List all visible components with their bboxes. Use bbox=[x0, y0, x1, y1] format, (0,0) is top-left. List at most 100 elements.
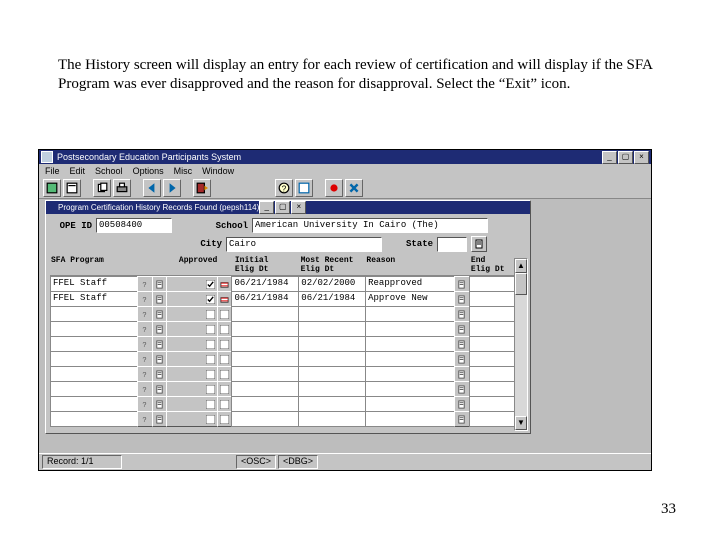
toolbar-copy-icon[interactable] bbox=[93, 179, 111, 197]
cell-reason[interactable] bbox=[365, 366, 455, 382]
inner-maximize-button[interactable]: ▢ bbox=[275, 201, 290, 214]
menu-edit[interactable]: Edit bbox=[70, 166, 86, 176]
cell-reason[interactable] bbox=[365, 321, 455, 337]
cell-sfa[interactable] bbox=[50, 306, 138, 322]
toolbar-button-9[interactable] bbox=[295, 179, 313, 197]
row-reason-lookup-icon[interactable] bbox=[454, 351, 469, 367]
row-list-icon[interactable] bbox=[152, 276, 167, 292]
toolbar-help-icon[interactable]: ? bbox=[275, 179, 293, 197]
row-list-icon[interactable] bbox=[152, 366, 167, 382]
cell-most-recent[interactable] bbox=[298, 306, 366, 322]
cell-sfa[interactable] bbox=[50, 336, 138, 352]
cell-reason[interactable]: Approve New bbox=[365, 291, 455, 307]
row-list-icon[interactable] bbox=[152, 351, 167, 367]
row-help-icon[interactable]: ? bbox=[137, 291, 152, 307]
school-field[interactable]: American University In Cairo (The) bbox=[252, 218, 488, 233]
cell-reason[interactable] bbox=[365, 336, 455, 352]
close-button[interactable]: × bbox=[634, 151, 649, 164]
cell-initial[interactable] bbox=[231, 366, 299, 382]
cell-reason[interactable] bbox=[365, 351, 455, 367]
row-flag-icon[interactable] bbox=[217, 321, 232, 337]
toolbar-exit-icon[interactable] bbox=[193, 179, 211, 197]
row-reason-lookup-icon[interactable] bbox=[454, 291, 469, 307]
row-help-icon[interactable]: ? bbox=[137, 336, 152, 352]
vertical-scrollbar[interactable]: ▲ ▼ bbox=[514, 258, 528, 431]
row-help-icon[interactable]: ? bbox=[137, 351, 152, 367]
row-flag-icon[interactable] bbox=[217, 351, 232, 367]
menu-misc[interactable]: Misc bbox=[174, 166, 193, 176]
cell-initial[interactable] bbox=[231, 396, 299, 412]
cell-initial[interactable]: 06/21/1984 bbox=[231, 276, 299, 292]
row-flag-icon[interactable] bbox=[217, 291, 232, 307]
row-reason-lookup-icon[interactable] bbox=[454, 306, 469, 322]
cell-reason[interactable] bbox=[365, 396, 455, 412]
row-reason-lookup-icon[interactable] bbox=[454, 396, 469, 412]
minimize-button[interactable]: _ bbox=[602, 151, 617, 164]
maximize-button[interactable]: ▢ bbox=[618, 151, 633, 164]
inner-minimize-button[interactable]: _ bbox=[259, 201, 274, 214]
row-reason-lookup-icon[interactable] bbox=[454, 276, 469, 292]
cell-approved-checkbox[interactable] bbox=[166, 351, 219, 367]
cell-most-recent[interactable] bbox=[298, 336, 366, 352]
cell-approved-checkbox[interactable] bbox=[166, 411, 219, 427]
inner-close-button[interactable]: × bbox=[291, 201, 306, 214]
menu-options[interactable]: Options bbox=[133, 166, 164, 176]
row-flag-icon[interactable] bbox=[217, 306, 232, 322]
cell-approved-checkbox[interactable] bbox=[166, 396, 219, 412]
row-list-icon[interactable] bbox=[152, 306, 167, 322]
toolbar-button-10[interactable] bbox=[325, 179, 343, 197]
cell-most-recent[interactable] bbox=[298, 351, 366, 367]
cell-sfa[interactable]: FFEL Staff bbox=[50, 291, 138, 307]
cell-sfa[interactable] bbox=[50, 396, 138, 412]
cell-initial[interactable] bbox=[231, 306, 299, 322]
cell-reason[interactable] bbox=[365, 306, 455, 322]
row-help-icon[interactable]: ? bbox=[137, 366, 152, 382]
cell-most-recent[interactable] bbox=[298, 381, 366, 397]
row-list-icon[interactable] bbox=[152, 381, 167, 397]
cell-sfa[interactable] bbox=[50, 381, 138, 397]
scroll-down-icon[interactable]: ▼ bbox=[515, 416, 527, 430]
cell-sfa[interactable] bbox=[50, 411, 138, 427]
cell-sfa[interactable] bbox=[50, 351, 138, 367]
cell-reason[interactable]: Reapproved bbox=[365, 276, 455, 292]
row-flag-icon[interactable] bbox=[217, 381, 232, 397]
row-reason-lookup-icon[interactable] bbox=[454, 336, 469, 352]
cell-initial[interactable] bbox=[231, 321, 299, 337]
toolbar-button-11[interactable] bbox=[345, 179, 363, 197]
row-reason-lookup-icon[interactable] bbox=[454, 366, 469, 382]
cell-most-recent[interactable] bbox=[298, 411, 366, 427]
cell-sfa[interactable] bbox=[50, 321, 138, 337]
cell-approved-checkbox[interactable] bbox=[166, 306, 219, 322]
state-field[interactable] bbox=[437, 237, 467, 252]
row-help-icon[interactable]: ? bbox=[137, 306, 152, 322]
toolbar-button-1[interactable] bbox=[43, 179, 61, 197]
row-flag-icon[interactable] bbox=[217, 336, 232, 352]
row-list-icon[interactable] bbox=[152, 411, 167, 427]
row-help-icon[interactable]: ? bbox=[137, 396, 152, 412]
row-list-icon[interactable] bbox=[152, 396, 167, 412]
cell-most-recent[interactable] bbox=[298, 396, 366, 412]
toolbar-button-2[interactable] bbox=[63, 179, 81, 197]
menu-window[interactable]: Window bbox=[202, 166, 234, 176]
cell-reason[interactable] bbox=[365, 411, 455, 427]
row-reason-lookup-icon[interactable] bbox=[454, 411, 469, 427]
toolbar-print-icon[interactable] bbox=[113, 179, 131, 197]
scroll-up-icon[interactable]: ▲ bbox=[515, 259, 527, 273]
row-reason-lookup-icon[interactable] bbox=[454, 381, 469, 397]
cell-approved-checkbox[interactable] bbox=[166, 336, 219, 352]
row-help-icon[interactable]: ? bbox=[137, 321, 152, 337]
row-flag-icon[interactable] bbox=[217, 396, 232, 412]
cell-initial[interactable] bbox=[231, 411, 299, 427]
row-list-icon[interactable] bbox=[152, 321, 167, 337]
cell-initial[interactable] bbox=[231, 381, 299, 397]
cell-approved-checkbox[interactable] bbox=[166, 291, 219, 307]
city-field[interactable]: Cairo bbox=[226, 237, 382, 252]
cell-approved-checkbox[interactable] bbox=[166, 276, 219, 292]
cell-most-recent[interactable] bbox=[298, 321, 366, 337]
cell-sfa[interactable]: FFEL Staff bbox=[50, 276, 138, 292]
toolbar-prev-icon[interactable] bbox=[143, 179, 161, 197]
toolbar-next-icon[interactable] bbox=[163, 179, 181, 197]
scroll-thumb[interactable] bbox=[515, 273, 527, 295]
cell-initial[interactable]: 06/21/1984 bbox=[231, 291, 299, 307]
cell-most-recent[interactable] bbox=[298, 366, 366, 382]
